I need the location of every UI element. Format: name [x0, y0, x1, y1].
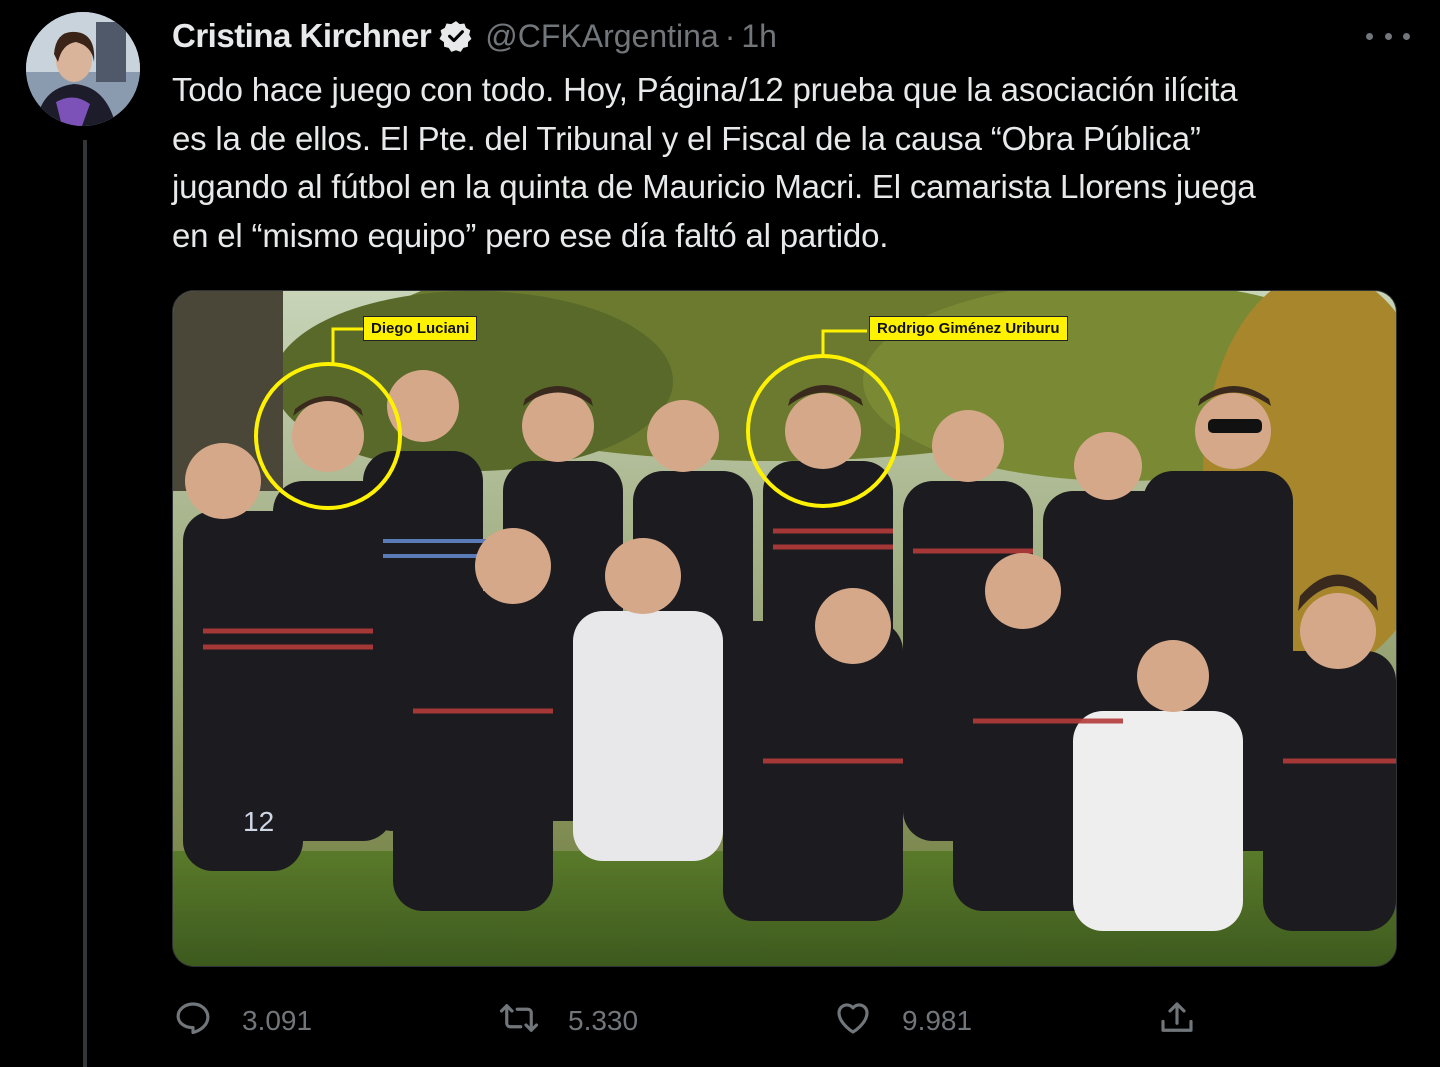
retweet-button[interactable]: 5.330	[498, 996, 638, 1046]
like-icon	[832, 997, 874, 1046]
like-button[interactable]: 9.981	[832, 996, 972, 1046]
tweet-header: Cristina Kirchner @CFKArgentina · 1h	[172, 14, 777, 58]
timestamp[interactable]: 1h	[741, 18, 777, 55]
verified-badge-icon	[439, 19, 473, 53]
photo-label-left: Diego Luciani	[363, 316, 478, 341]
reply-button[interactable]: 3.091	[172, 996, 312, 1046]
avatar[interactable]	[26, 12, 140, 126]
tweet-photo[interactable]: 12 Diego Luciani Rodrigo Giménez Uriburu	[172, 290, 1397, 967]
retweet-count: 5.330	[568, 1005, 639, 1036]
share-button[interactable]	[1156, 996, 1198, 1046]
share-icon	[1156, 997, 1198, 1046]
separator: ·	[724, 17, 736, 54]
thread-line	[83, 140, 87, 1067]
tweet-actions: 3.091 5.330 9.981	[172, 996, 1202, 1046]
jersey-number: 12	[243, 806, 274, 837]
reply-icon	[172, 997, 214, 1046]
reply-count: 3.091	[242, 1005, 313, 1036]
retweet-icon	[498, 997, 540, 1046]
tweet-text: Todo hace juego con todo. Hoy, Página/12…	[172, 71, 1256, 254]
photo-label-right: Rodrigo Giménez Uriburu	[869, 316, 1068, 341]
display-name[interactable]: Cristina Kirchner	[172, 17, 432, 55]
handle[interactable]: @CFKArgentina	[485, 18, 718, 55]
more-icon[interactable]	[1366, 22, 1410, 50]
like-count: 9.981	[902, 1005, 973, 1036]
